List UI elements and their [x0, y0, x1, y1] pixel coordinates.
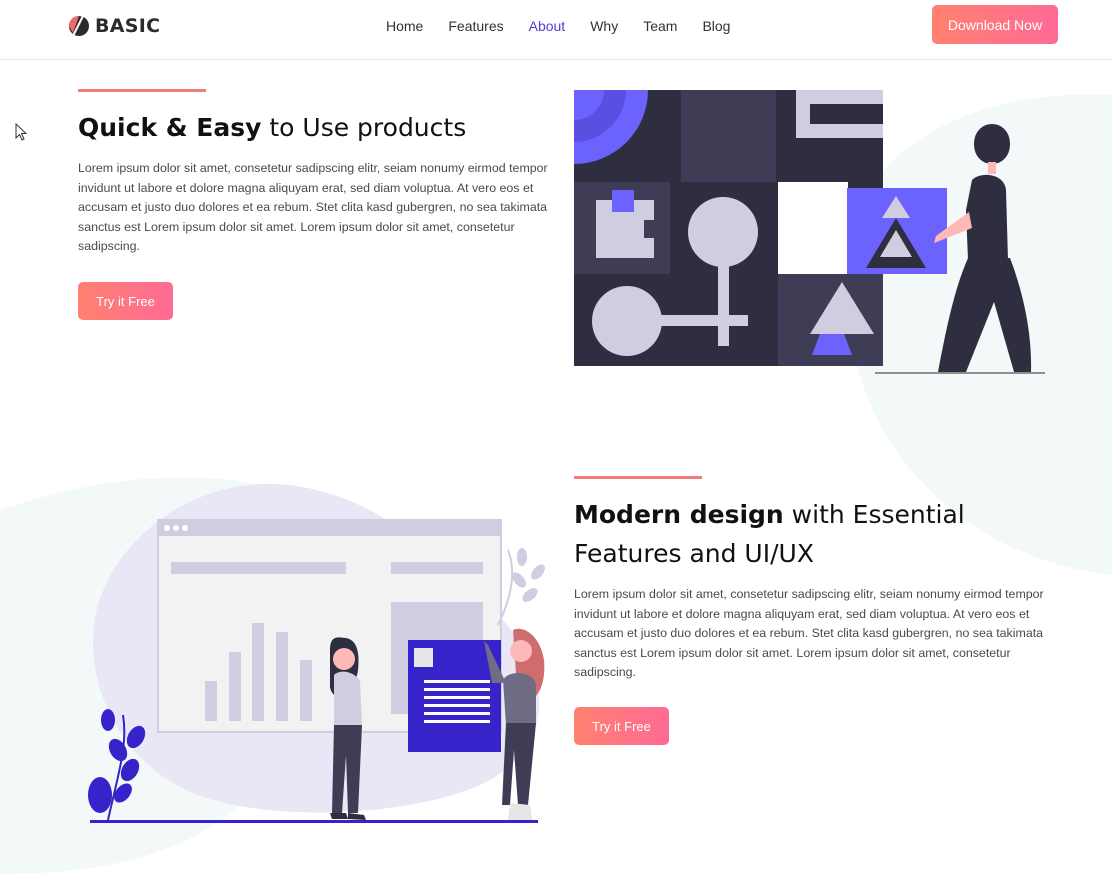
nav-features[interactable]: Features: [448, 18, 503, 35]
nav-home[interactable]: Home: [386, 18, 423, 35]
mouse-pointer-icon: [15, 123, 27, 141]
main-nav: Home Features About Why Team Blog: [386, 18, 755, 35]
leaf-logo-icon: [69, 15, 89, 37]
brand-name: BASIC: [95, 15, 161, 37]
dashboard-illustration: [88, 483, 545, 823]
section1-heading-bold: Quick & Easy: [78, 113, 262, 142]
section1-heading: Quick & Easy to Use products: [78, 108, 548, 147]
section2-heading: Modern design with Essential Features an…: [574, 495, 974, 573]
section1-accent-line: [78, 89, 206, 92]
brand-logo[interactable]: BASIC: [68, 14, 160, 38]
section2-heading-bold: Modern design: [574, 500, 784, 529]
nav-why[interactable]: Why: [590, 18, 618, 35]
nav-team[interactable]: Team: [643, 18, 677, 35]
section2-accent-line: [574, 476, 702, 479]
shapes-illustration: [574, 90, 1045, 374]
section1-try-free-button[interactable]: Try it Free: [78, 282, 173, 320]
download-now-button[interactable]: Download Now: [932, 5, 1058, 44]
section1-heading-light: to Use products: [261, 113, 467, 142]
nav-about[interactable]: About: [529, 18, 566, 35]
site-header: BASIC Home Features About Why Team Blog …: [0, 0, 1112, 60]
section2-try-free-button[interactable]: Try it Free: [574, 707, 669, 745]
nav-blog[interactable]: Blog: [702, 18, 730, 35]
section2-body: Lorem ipsum dolor sit amet, consetetur s…: [574, 587, 1044, 679]
section1-body: Lorem ipsum dolor sit amet, consetetur s…: [78, 161, 548, 253]
